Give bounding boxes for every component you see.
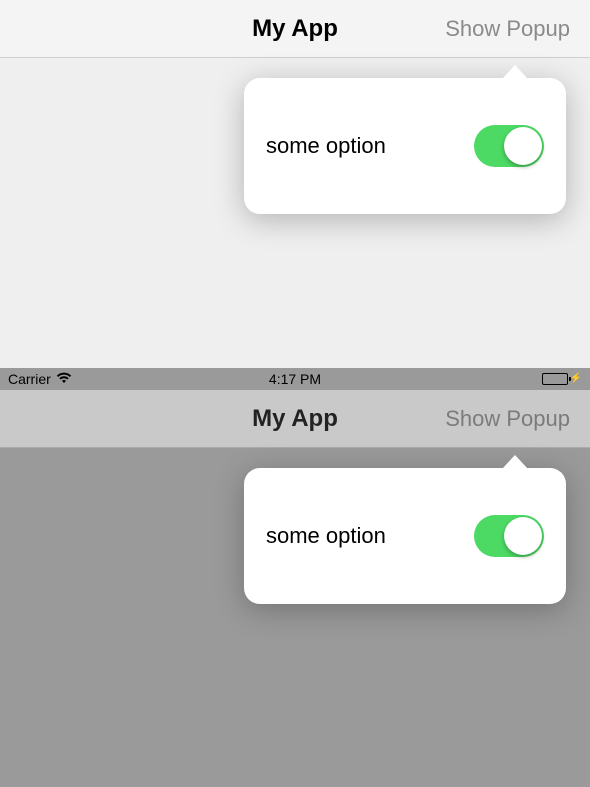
screenshot-bottom: Carrier 4:17 PM ⚡ My App Show Popup some… [0,368,590,787]
option-toggle[interactable] [474,515,544,557]
battery-icon: ⚡ [542,373,582,385]
popover-option-label: some option [266,133,386,159]
carrier-label: Carrier [8,371,51,387]
option-toggle[interactable] [474,125,544,167]
toggle-knob [504,127,542,165]
status-time: 4:17 PM [0,371,590,387]
popover: some option [244,78,566,214]
show-popup-button[interactable]: Show Popup [441,398,574,440]
wifi-icon [56,372,72,387]
status-bar: Carrier 4:17 PM ⚡ [0,368,590,390]
screenshot-top: My App Show Popup some option [0,0,590,368]
popover: some option [244,468,566,604]
toggle-knob [504,517,542,555]
show-popup-button[interactable]: Show Popup [441,8,574,50]
charging-icon: ⚡ [570,374,582,384]
navbar: My App Show Popup [0,390,590,448]
popover-option-label: some option [266,523,386,549]
navbar: My App Show Popup [0,0,590,58]
